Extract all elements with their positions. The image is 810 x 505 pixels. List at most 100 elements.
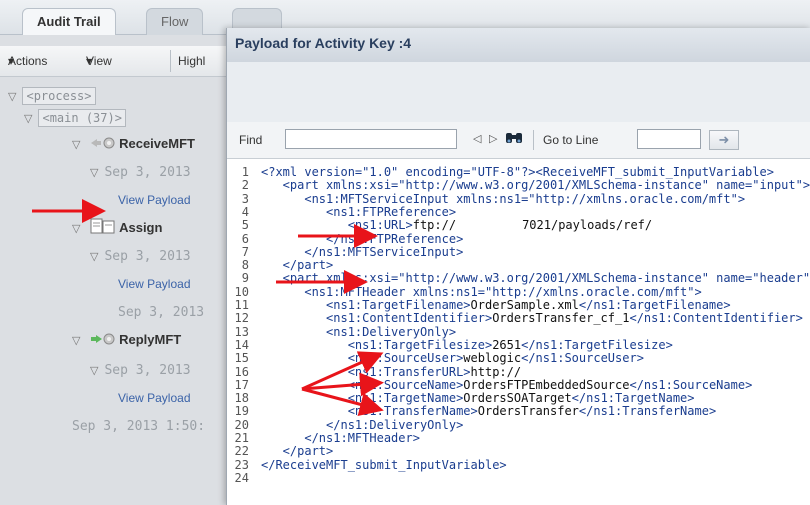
code-line: 3 <ns1:MFTServiceInput xmlns:ns1="http:/… xyxy=(227,191,746,206)
view-payload-link-3[interactable]: View Payload xyxy=(118,390,191,405)
tree-node-replymft[interactable]: ▽ ReplyMFT xyxy=(72,332,181,347)
code-line: 8 </part> xyxy=(227,259,333,272)
xml-tag: <part xmlns:xsi="http://www.w3.org/2001/… xyxy=(261,178,810,193)
receive-gear-icon xyxy=(91,137,115,149)
audit-tree: ▽ <process> ▽ <main (37)> ▽ ReceiveMFT ▽ Se… xyxy=(0,78,226,505)
code-line: 10 <ns1:MFTHeader xmlns:ns1="http://xmln… xyxy=(227,284,702,299)
xml-tag: <?xml version="1.0" encoding="UTF-8"?><R… xyxy=(261,165,774,179)
code-line: 13 <ns1:DeliveryOnly> xyxy=(227,324,457,339)
code-line: 20 </ns1:DeliveryOnly> xyxy=(227,418,464,432)
xml-tag: </ns1:TransferName> xyxy=(578,404,717,419)
code-line: 1 <?xml version="1.0" encoding="UTF-8"?><… xyxy=(227,166,774,179)
tree-node-date-time: Sep 3, 2013 1:50: xyxy=(72,419,206,434)
line-number: 6 xyxy=(241,231,249,246)
view-payload-link-2[interactable]: View Payload xyxy=(118,276,191,291)
go-to-line-label: Go to Line xyxy=(543,133,599,147)
tree-node-assign[interactable]: ▽ Assign xyxy=(72,218,162,235)
xml-tag: <ns1:URL> xyxy=(261,218,413,233)
line-number: 7 xyxy=(241,244,249,259)
find-next-icon[interactable]: ▷ xyxy=(489,132,497,145)
assign-icon xyxy=(90,218,115,234)
xml-value: http:// xyxy=(470,364,522,379)
line-number: 15 xyxy=(234,351,249,366)
xml-payload-viewer[interactable]: 1 <?xml version="1.0" encoding="UTF-8"?><… xyxy=(227,160,810,505)
line-number: 8 xyxy=(241,258,249,273)
code-line: 24 xyxy=(227,470,261,485)
xml-tag: </ns1:FTPReference> xyxy=(261,231,464,246)
expand-triangle-icon[interactable]: ▽ xyxy=(8,91,16,103)
xml-tag: </ns1:TargetName> xyxy=(571,391,695,406)
tree-node-receivemft[interactable]: ▽ ReceiveMFT xyxy=(72,136,195,151)
xml-tag: <ns1:MFTServiceInput xmlns:ns1="http://x… xyxy=(261,191,746,206)
tree-node-main[interactable]: ▽ <main (37)> xyxy=(24,109,126,127)
tab-flow[interactable]: Flow xyxy=(146,8,204,35)
redacted-host xyxy=(456,219,523,231)
code-line: 11 <ns1:TargetFilename>OrderSample.xml</… xyxy=(227,299,731,312)
dialog-title[interactable]: Payload for Activity Key :4 xyxy=(227,28,810,62)
tree-node-date: ▽ Sep 3, 2013 xyxy=(90,165,191,180)
xml-tag: </ns1:SourceName> xyxy=(629,377,753,392)
xml-tag: </ns1:SourceUser> xyxy=(521,351,644,366)
expand-triangle-icon[interactable]: ▽ xyxy=(90,167,98,179)
xml-tag: </part> xyxy=(261,444,334,459)
xml-value: ftp:// xyxy=(412,218,457,233)
find-previous-icon[interactable]: ◁ xyxy=(473,132,481,145)
expand-triangle-icon[interactable]: ▽ xyxy=(24,113,32,125)
line-number: 4 xyxy=(241,204,249,219)
xml-tag: <ns1:TransferURL> xyxy=(261,364,471,379)
code-line: 19 <ns1:TransferName>OrdersTransfer</ns1… xyxy=(227,404,717,419)
line-number: 13 xyxy=(234,324,249,339)
line-number: 9 xyxy=(241,271,249,286)
code-line: 15 <ns1:SourceUser>weblogic</ns1:SourceU… xyxy=(227,352,644,365)
code-line: 6 </ns1:FTPReference> xyxy=(227,231,464,246)
code-line: 9 <part xmlns:xsi="http://www.w3.org/200… xyxy=(227,272,810,285)
code-line: 21 </ns1:MFTHeader> xyxy=(227,432,420,445)
xml-tag: </ns1:TargetFilesize> xyxy=(521,337,673,352)
go-to-line-input[interactable] xyxy=(637,129,701,149)
line-number: 22 xyxy=(234,444,249,459)
find-bar: Find ◁ ▷ Go to Line ➜ xyxy=(227,122,810,159)
xml-value: 2651 xyxy=(492,337,522,352)
toolbar-divider xyxy=(170,50,171,72)
expand-triangle-icon[interactable]: ▽ xyxy=(90,251,98,263)
xml-value: 7021/payloads/ref/ xyxy=(522,218,653,233)
find-input[interactable] xyxy=(285,129,457,149)
xml-tag: </part> xyxy=(261,258,334,273)
reply-gear-icon xyxy=(91,333,115,345)
xml-tag: <ns1:TargetFilesize> xyxy=(261,337,493,352)
go-to-line-button[interactable]: ➜ xyxy=(709,130,739,150)
tab-audit-trail[interactable]: Audit Trail xyxy=(22,8,116,35)
xml-tag: <ns1:FTPReference> xyxy=(261,204,457,219)
line-number: 24 xyxy=(234,470,249,485)
line-number: 2 xyxy=(241,178,249,193)
line-number: 18 xyxy=(234,391,249,406)
xml-value: OrdersTransfer_cf_1 xyxy=(492,311,630,326)
line-number: 17 xyxy=(234,377,249,392)
expand-triangle-icon[interactable]: ▽ xyxy=(72,223,80,235)
binoculars-icon[interactable] xyxy=(505,131,523,145)
xml-value: OrderSample.xml xyxy=(470,298,579,312)
tree-node-process[interactable]: ▽ <process> xyxy=(8,87,96,105)
xml-tag: <ns1:TargetName> xyxy=(261,391,464,406)
tree-node-date: Sep 3, 2013 xyxy=(118,305,205,320)
xml-tag: <ns1:MFTHeader xmlns:ns1="http://xmlns.o… xyxy=(261,284,702,299)
code-line: 5 <ns1:URL>ftp:// 7021/payloads/ref/ xyxy=(227,219,652,232)
expand-triangle-icon[interactable]: ▽ xyxy=(72,139,80,151)
highlight-button[interactable]: Highl xyxy=(178,46,205,76)
expand-triangle-icon[interactable]: ▽ xyxy=(72,335,80,347)
line-number: 21 xyxy=(234,431,249,445)
view-menu[interactable]: View ▾ xyxy=(86,46,112,76)
line-number: 12 xyxy=(234,311,249,326)
dialog-header-band xyxy=(227,62,810,123)
line-number: 10 xyxy=(234,284,249,299)
code-line: 22 </part> xyxy=(227,444,334,459)
code-line: 12 <ns1:ContentIdentifier>OrdersTransfer… xyxy=(227,312,803,325)
xml-value: OrdersTransfer xyxy=(477,404,579,419)
line-number: 23 xyxy=(234,457,249,472)
line-number: 1 xyxy=(241,165,249,179)
actions-menu[interactable]: Actions ▾ xyxy=(8,46,47,76)
view-payload-link-1[interactable]: View Payload xyxy=(118,192,191,207)
expand-triangle-icon[interactable]: ▽ xyxy=(90,365,98,377)
xml-tag: </ReceiveMFT_submit_InputVariable> xyxy=(261,457,507,472)
code-line: 16 <ns1:TransferURL>http:// xyxy=(227,364,522,379)
